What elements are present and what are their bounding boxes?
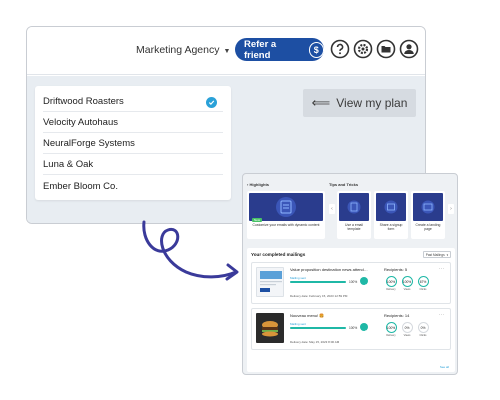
highlights-heading: › Highlights (247, 182, 269, 187)
mailing-title: Value proposition destination news atten… (290, 267, 368, 272)
mailing-progress-fill (290, 327, 346, 329)
check-icon (206, 97, 217, 108)
carousel-prev-button[interactable]: ‹ (329, 204, 335, 214)
client-name: NeuralForge Systems (43, 138, 135, 149)
curly-arrow-icon (142, 220, 239, 281)
mailing-status: Mailing sent (290, 276, 307, 280)
stat-delivery: 100% Delivery (384, 276, 398, 291)
mailing-progress (290, 281, 346, 283)
tip-card[interactable]: Use a email template (337, 191, 371, 239)
top-bar: Marketing Agency ▼ Refer a friend $ (27, 27, 425, 75)
help-icon[interactable] (330, 39, 350, 59)
settings-icon[interactable] (353, 39, 373, 59)
client-item[interactable]: Ember Bloom Co. (43, 176, 223, 196)
client-name: Ember Bloom Co. (43, 180, 118, 192)
client-name: Driftwood Roasters (43, 96, 124, 107)
stat-delivery: 100% Delivery (384, 322, 398, 337)
user-icon[interactable] (399, 39, 419, 59)
stat-label: Delivery (386, 334, 396, 337)
tip-image (376, 193, 406, 221)
mailing-delivery-date: Delivery date: May 15, 2023 8:00 AM (290, 340, 340, 344)
stat-value: 67% (417, 276, 429, 287)
check-icon (360, 323, 368, 335)
check-icon (360, 277, 368, 289)
more-options-icon[interactable]: ··· (439, 266, 446, 272)
mailing-status: Mailing sent (290, 322, 307, 326)
tips-heading: Tips and Tricks (329, 182, 359, 187)
mailing-card[interactable]: Value proposition destination news atten… (251, 262, 451, 304)
client-name: Velocity Autohaus (43, 117, 118, 128)
mailings-filter-label: Past Mailings (425, 252, 445, 257)
refer-label: Refer a friend (244, 38, 277, 61)
tip-caption: Use a email template (345, 223, 363, 231)
dollar-icon: $ (308, 41, 324, 58)
highlight-caption: Customize your emails with dynamic conte… (252, 223, 320, 227)
tip-image (339, 193, 369, 221)
client-item[interactable]: Luna & Oak (43, 155, 223, 175)
stat-clicks: 67% Clicks (416, 276, 430, 291)
see-all-link[interactable]: See all (440, 365, 449, 369)
stat-value: 100% (401, 276, 413, 287)
tip-card[interactable]: Share a signup form (374, 191, 408, 239)
client-item[interactable]: Driftwood Roasters (43, 92, 223, 112)
stat-value: 0% (401, 322, 413, 333)
mailing-progress-fill (290, 281, 346, 283)
dashboard-window: › Highlights Tips and Tricks New Customi… (242, 173, 458, 375)
completed-mailings-panel: Your completed mailings Past Mailings ▾ … (247, 248, 455, 372)
tip-image (413, 193, 443, 221)
mailings-title: Your completed mailings (251, 252, 306, 257)
mailing-progress-label: 100% (349, 279, 358, 284)
tip-caption: Create a landing page (415, 223, 441, 231)
mailing-thumbnail (256, 267, 284, 297)
stat-views: 0% Views (400, 322, 414, 337)
highlight-card[interactable]: New Customize your emails with dynamic c… (247, 191, 325, 239)
refer-friend-button[interactable]: Refer a friend $ (235, 38, 324, 61)
client-list: Driftwood Roasters Velocity Autohaus Neu… (35, 86, 231, 200)
caret-down-icon: ▼ (223, 47, 231, 55)
caret-down-icon: ▾ (446, 252, 449, 257)
folder-icon[interactable] (376, 39, 396, 59)
mailing-card[interactable]: Nouveau menu! 🍔 Mailing sent 100% Delive… (251, 308, 451, 350)
stat-label: Clicks (419, 288, 427, 291)
stat-label: Clicks (419, 334, 427, 337)
client-item[interactable]: Velocity Autohaus (43, 113, 223, 133)
client-item[interactable]: NeuralForge Systems (43, 134, 223, 154)
mailing-title: Nouveau menu! 🍔 (290, 313, 325, 318)
arrow-left-icon: ⟸ (311, 95, 331, 110)
stat-views: 100% Views (400, 276, 414, 291)
mailing-progress-label: 100% (349, 325, 358, 330)
stat-value: 100% (385, 322, 397, 333)
account-switcher[interactable]: Marketing Agency ▼ (136, 40, 230, 60)
stat-value: 0% (417, 322, 429, 333)
stat-label: Views (403, 288, 411, 291)
mailing-progress (290, 327, 346, 329)
view-plan-label: View my plan (336, 96, 408, 110)
mailings-filter-select[interactable]: Past Mailings ▾ (423, 251, 451, 258)
tip-card[interactable]: Create a landing page (411, 191, 445, 239)
mailing-recipients: Recipients: 5 (384, 267, 408, 272)
more-options-icon[interactable]: ··· (439, 312, 446, 318)
stat-value: 100% (385, 276, 397, 287)
view-plan-button[interactable]: ⟸ View my plan (303, 89, 416, 117)
new-badge: New (252, 218, 263, 222)
stat-label: Delivery (386, 288, 396, 291)
highlight-image: New (249, 193, 323, 222)
carousel-next-button[interactable]: › (448, 204, 454, 214)
tip-caption: Share a signup form (379, 223, 403, 231)
mailing-thumbnail (256, 313, 284, 343)
client-name: Luna & Oak (43, 159, 94, 170)
mailing-delivery-date: Delivery date: February 15, 2023 12:59 P… (290, 294, 348, 298)
stat-clicks: 0% Clicks (416, 322, 430, 337)
account-name: Marketing Agency (136, 44, 220, 56)
stat-label: Views (403, 334, 411, 337)
mailing-recipients: Recipients: 14 (384, 313, 410, 318)
